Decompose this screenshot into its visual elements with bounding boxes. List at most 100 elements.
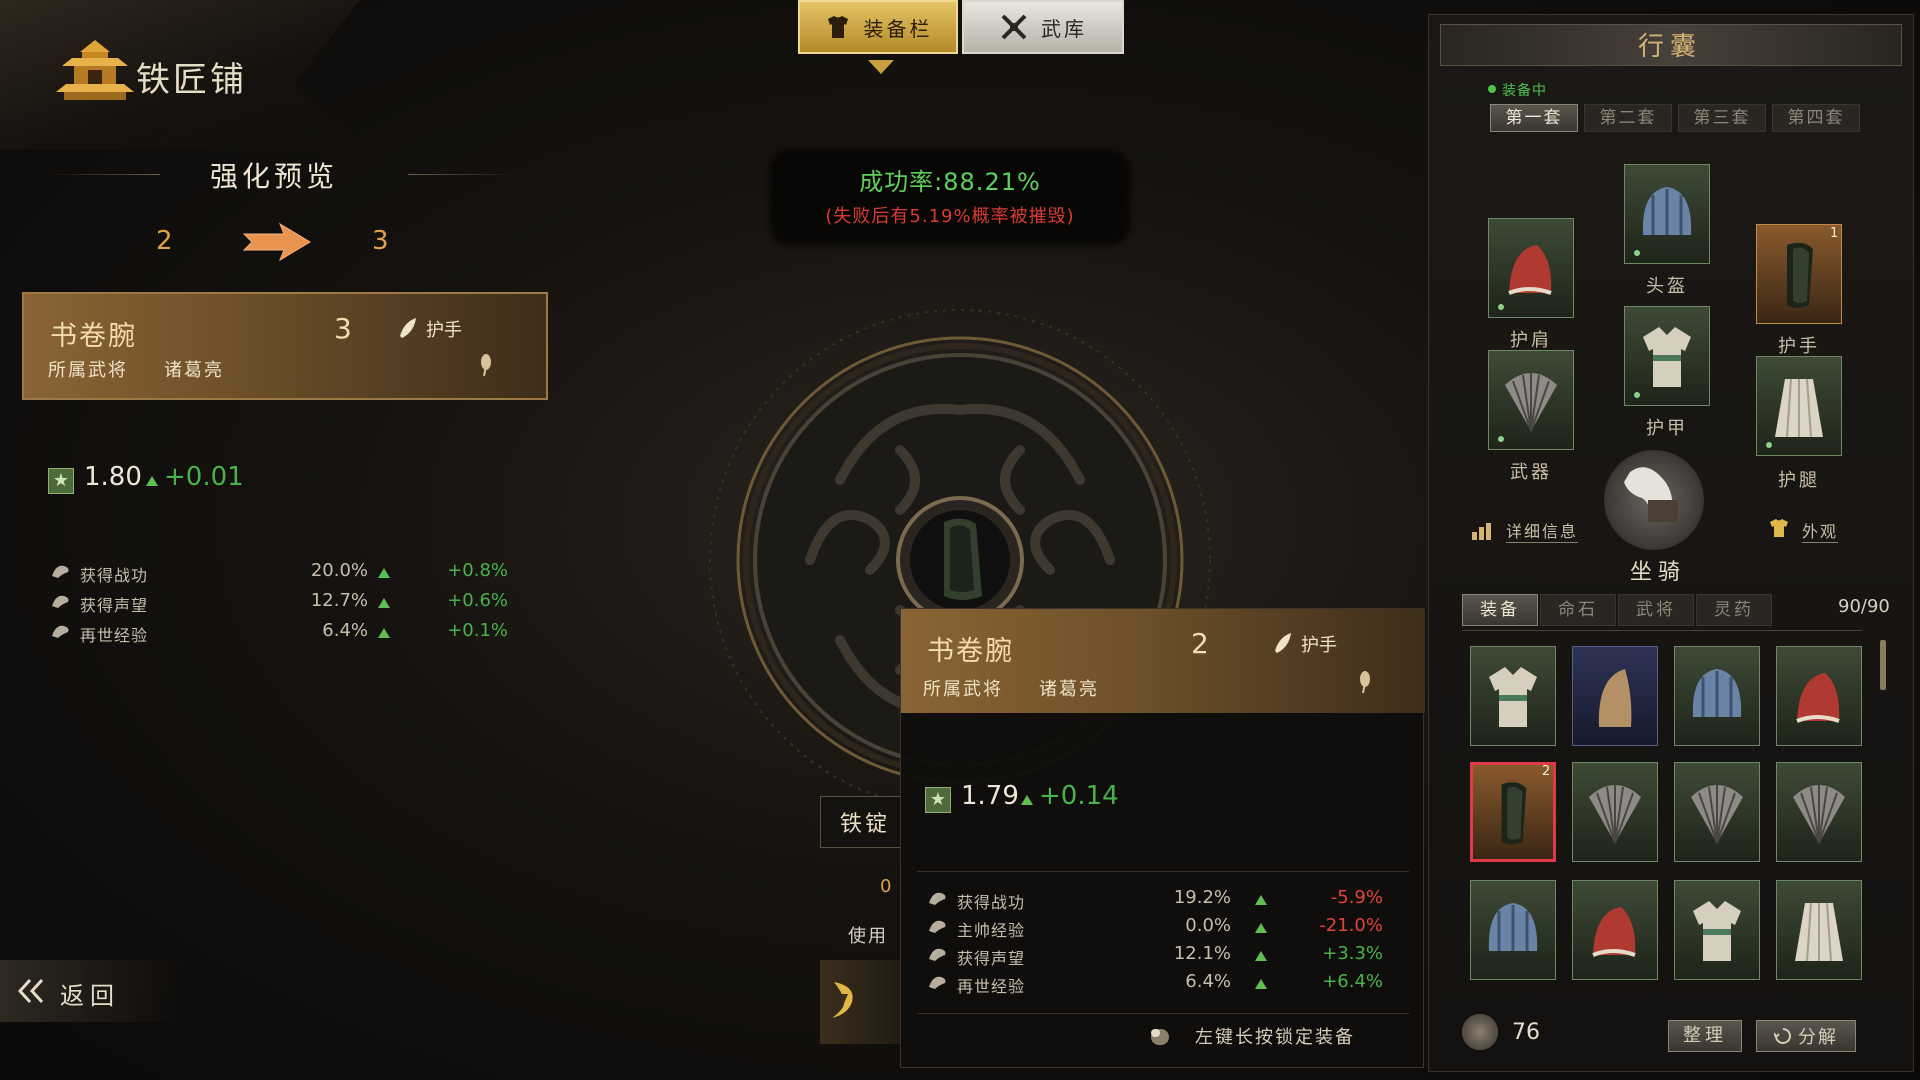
scroll-icon [929,892,946,905]
attr-diff: +0.8% [447,560,508,581]
weapon-label: 武器 [1510,462,1552,483]
tab-arsenal[interactable]: 武库 [962,0,1124,54]
feather-icon [400,318,416,338]
attr-diff: -5.9% [1330,887,1383,908]
attr-value: 6.4% [322,620,368,641]
fail-note: (失败后有5.19%概率被摧毁) [825,206,1075,227]
up-arrow-icon [378,568,390,578]
decompose-label: 分解 [1798,1027,1838,1048]
inventory-item[interactable] [1776,880,1862,980]
inventory-item[interactable] [1776,762,1862,862]
divider-right [408,174,520,175]
tab-inv-generals[interactable]: 武将 [1618,594,1694,626]
attr-value: 12.1% [1173,943,1231,964]
attr-name: 获得战功 [957,893,1026,912]
up-arrow-icon [1255,895,1267,905]
details-link[interactable]: 详细信息 [1506,518,1579,543]
tab-set-3[interactable]: 第三套 [1678,104,1766,132]
level-arrow-icon [242,222,311,262]
material-iron-button[interactable]: 铁锭 [820,796,910,848]
tab-set-1[interactable]: 第一套 [1490,104,1578,132]
feather-fan-icon [1793,785,1845,844]
feather-fan-icon [1691,785,1743,844]
attr-diff: +3.3% [1322,943,1383,964]
armor-slot[interactable] [1624,306,1710,406]
up-arrow-icon [146,476,158,486]
bracer-icon [1501,782,1527,845]
feather-fan-icon [1589,785,1641,844]
inventory-item[interactable] [1470,880,1556,980]
tooltip-divider [917,1013,1409,1014]
tab-inv-elixir[interactable]: 灵药 [1696,594,1772,626]
skirt-icon [1795,902,1843,962]
helmet-icon [1692,669,1742,717]
attr-value: 20.0% [310,560,368,581]
equipped-label: 装备中 [1502,83,1547,99]
armor-icon [827,16,848,38]
page-title: 铁匠铺 [136,60,247,100]
decompose-button[interactable]: 分解 [1756,1020,1856,1052]
robe-icon [1693,901,1741,961]
attr-name: 再世经验 [957,977,1026,996]
robe-icon [1489,667,1537,727]
legs-slot[interactable] [1756,356,1842,456]
attr-value: 12.7% [310,590,368,611]
attr-name: 主帅经验 [957,921,1026,940]
attr-diff: +6.4% [1322,971,1383,992]
tab-inv-equipment[interactable]: 装备 [1462,594,1538,626]
helmet-label: 头盔 [1646,276,1688,297]
material-count: 0 [880,876,892,897]
shirt-icon [1770,519,1788,537]
item-level: 3 [334,312,352,345]
inventory-scrollbar[interactable] [1880,640,1886,690]
recycle-icon [1774,1028,1791,1044]
tab-inv-fate-stone[interactable]: 命石 [1540,594,1616,626]
sort-button[interactable]: 整理 [1668,1020,1742,1052]
skirt-icon [1775,378,1823,438]
tab-set-4[interactable]: 第四套 [1772,104,1860,132]
rating-value: 1.80 [84,462,142,492]
quill-icon [481,354,491,377]
inventory-item[interactable] [1470,646,1556,746]
active-tab-pointer [868,60,894,74]
mount-slot[interactable] [1604,450,1704,550]
bag-title: 行囊 [1637,32,1702,62]
inventory-item[interactable] [1572,880,1658,980]
tooltip-owner-label: 所属武将 [923,679,1003,700]
tab-set-2[interactable]: 第二套 [1584,104,1672,132]
crossed-weapons-icon [1001,14,1027,40]
inventory-item[interactable] [1674,880,1760,980]
helmet-icon [1488,903,1538,951]
tab-arsenal-label: 武库 [1041,16,1087,41]
mouse-left-icon [1151,1029,1169,1045]
slot-status-dot [1634,392,1640,398]
back-label: 返回 [60,982,120,1010]
inventory-item[interactable] [1572,762,1658,862]
hat-icon [1598,669,1632,727]
divider-left [48,174,160,175]
attr-value: 19.2% [1173,887,1231,908]
preview-item-card: 书卷腕 3 护手 所属武将 诸葛亮 [22,292,548,400]
appearance-link[interactable]: 外观 [1802,518,1839,543]
scroll-icon [52,595,69,608]
helmet-slot[interactable] [1624,164,1710,264]
inventory-item[interactable] [1776,646,1862,746]
double-chevron-left-icon [17,978,44,1004]
inventory-item[interactable] [1572,646,1658,746]
attr-diff: +0.1% [447,620,508,641]
attr-name: 再世经验 [80,626,149,645]
shoulder-slot[interactable] [1488,218,1574,318]
inventory-item[interactable] [1674,762,1760,862]
tab-equipment[interactable]: 装备栏 [798,0,958,54]
owner-label: 所属武将 [48,360,128,381]
weapon-slot[interactable] [1488,350,1574,450]
up-arrow-icon [1255,951,1267,961]
tooltip-rating-value: 1.79 [961,781,1019,811]
coin-amount: 76 [1512,1020,1540,1045]
item-name: 书卷腕 [50,321,137,352]
use-label: 使用 [848,926,888,947]
up-arrow-icon [378,598,390,608]
slot-status-dot [1766,442,1772,448]
rating-diff: +0.01 [164,462,244,492]
inventory-item[interactable] [1674,646,1760,746]
